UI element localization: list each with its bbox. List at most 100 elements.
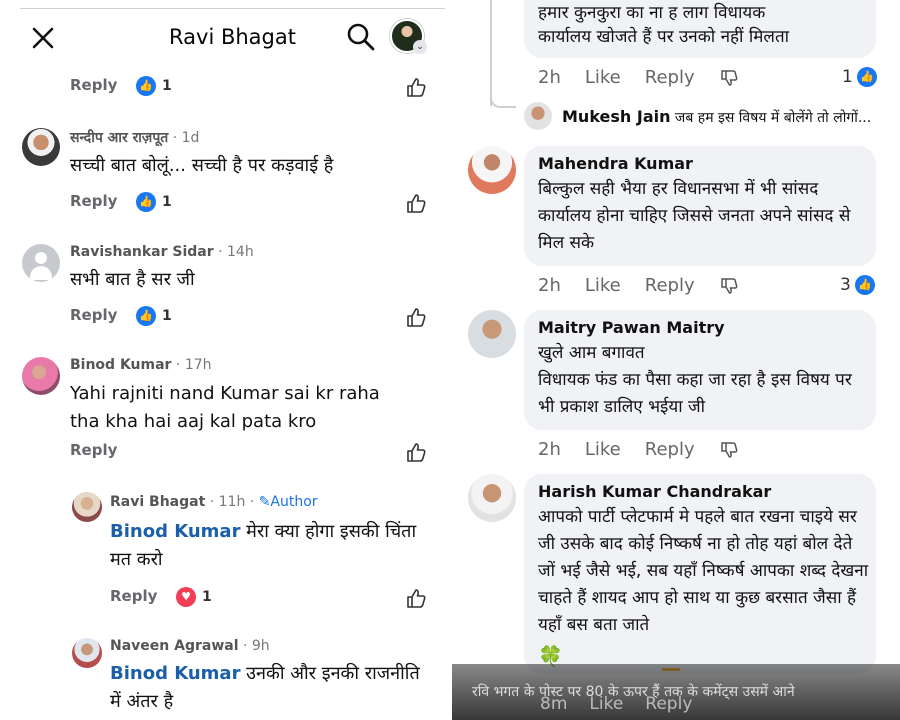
reaction-count-value: 1	[162, 194, 172, 210]
reply-button[interactable]: Reply	[70, 441, 117, 459]
like-reaction-icon: 👍	[136, 306, 156, 326]
reply-button[interactable]: Reply	[645, 694, 692, 714]
dislike-icon[interactable]	[719, 68, 739, 88]
author-name[interactable]: Harish Kumar Chandrakar	[538, 482, 771, 501]
comment-text: खुले आम बगावत विधायक फंड का पैसा कहा जा …	[538, 343, 852, 417]
mention-link[interactable]: Binod Kumar	[110, 663, 240, 684]
like-outline-icon[interactable]	[405, 76, 427, 98]
reply-button[interactable]: Reply	[110, 587, 157, 605]
comment-time: · 14h	[218, 244, 254, 260]
comment-bubble: हमार कुनकुरा का ना ह लाग विधायक कार्यालय…	[524, 0, 876, 58]
avatar[interactable]	[468, 310, 516, 358]
comment-time: · 17h	[175, 357, 212, 373]
like-button[interactable]: Like	[585, 275, 621, 296]
comment-time: · 9h	[242, 638, 270, 654]
like-reaction-icon: 👍	[856, 67, 877, 87]
heart-reaction-icon: ♥	[176, 587, 196, 607]
reply-button[interactable]: Reply	[70, 192, 117, 210]
right-screenshot-pane: हमार कुनकुरा का ना ह लाग विधायक कार्यालय…	[452, 0, 900, 720]
avatar[interactable]	[22, 128, 60, 166]
like-button[interactable]: Like	[585, 439, 621, 460]
avatar[interactable]	[468, 474, 516, 522]
thread-connector	[490, 90, 516, 108]
like-button[interactable]: Like	[589, 694, 623, 714]
comment-text: बिल्कुल सही भैया हर विधानसभा में भी सांस…	[538, 179, 851, 253]
dislike-icon[interactable]	[719, 440, 739, 460]
comment-text: Yahi rajniti nand Kumar sai kr raha tha …	[70, 383, 380, 432]
comment-actions: 2h Like Reply	[538, 67, 739, 88]
comment-author: सन्दीप आर राज़पूत · 1d	[70, 128, 199, 147]
reaction-count: 👍 1	[136, 306, 172, 326]
avatar[interactable]	[22, 357, 60, 395]
profile-avatar[interactable]: ⌄	[390, 19, 427, 54]
avatar[interactable]	[524, 102, 552, 130]
reply-button[interactable]: Reply	[645, 67, 695, 88]
reply-button[interactable]: Reply	[70, 306, 117, 324]
page-title: Ravi Bhagat	[169, 25, 296, 49]
reply-button[interactable]: Reply	[645, 275, 695, 296]
comment-text: सभी बात है सर जी	[70, 269, 195, 290]
comment-time: 2h	[538, 67, 561, 88]
left-screenshot-pane: Ravi Bhagat ⌄ Reply 👍 1 सन्दीप आर राज़पू…	[0, 0, 448, 720]
comment-text: Binod Kumar उनकी और इनकी राजनीति में अंत…	[110, 660, 436, 716]
comment-author: Binod Kumar · 17h	[70, 357, 212, 373]
reaction-count: 👍 1	[136, 76, 172, 96]
avatar[interactable]	[468, 146, 516, 194]
chevron-down-icon: ⌄	[413, 40, 427, 54]
top-bar: Ravi Bhagat ⌄	[20, 8, 445, 64]
reply-button[interactable]: Reply	[70, 76, 117, 94]
comment-author: Naveen Agrawal · 9h	[110, 638, 270, 654]
comment-text: सच्ची बात बोलूं... सच्ची है पर कड़वाई है	[70, 155, 334, 176]
reaction-count: 3 👍	[840, 275, 875, 295]
author-name[interactable]: Maitry Pawan Maitry	[538, 318, 725, 337]
reply-preview-text: जब हम इस विषय में बोलेंगे तो लोगों...	[670, 110, 872, 126]
like-reaction-icon: 👍	[136, 76, 156, 96]
like-outline-icon[interactable]	[405, 192, 427, 214]
like-outline-icon[interactable]	[405, 306, 427, 328]
author-name[interactable]: Mahendra Kumar	[538, 154, 693, 173]
author-badge-label: Author	[270, 494, 318, 510]
reply-preview[interactable]: Mukesh Jain जब हम इस विषय में बोलेंगे तो…	[562, 107, 871, 127]
comment-actions: 2h Like Reply	[538, 275, 739, 296]
comment-text: आपको पार्टी प्लेटफार्म मे पहले बात रखना …	[538, 507, 869, 635]
author-name[interactable]: Naveen Agrawal	[110, 638, 239, 654]
comment-time: · 1d	[172, 130, 200, 146]
like-outline-icon[interactable]	[405, 441, 427, 463]
avatar[interactable]	[22, 244, 60, 282]
comment-text: हमार कुनकुरा का ना ह लाग विधायक	[538, 3, 766, 23]
reaction-count: 👍 1	[136, 192, 172, 212]
comment-text: Binod Kumar मेरा क्या होगा इसकी चिंता मत…	[110, 518, 436, 574]
reaction-count-value: 3	[840, 275, 851, 295]
reply-button[interactable]: Reply	[645, 439, 695, 460]
comment-author: Ravi Bhagat · 11h · ✎Author	[110, 494, 318, 510]
reaction-count: ♥ 1	[176, 587, 212, 607]
like-outline-icon[interactable]	[405, 587, 427, 609]
like-reaction-icon: 👍	[136, 192, 156, 212]
reaction-count-value: 1	[202, 589, 212, 605]
reaction-count-value: 1	[162, 308, 172, 324]
comment-text: कार्यालय खोजते हैं पर उनको नहीं मिलता	[538, 27, 790, 47]
author-name[interactable]: Mukesh Jain	[562, 107, 670, 126]
comment-author: Ravishankar Sidar · 14h	[70, 244, 254, 260]
comment-actions: 2h Like Reply	[538, 439, 739, 460]
comment-time: 2h	[538, 275, 561, 296]
comment-bubble: Harish Kumar Chandrakar आपको पार्टी प्ले…	[524, 474, 876, 674]
video-caption-overlay: रवि भगत के पोस्ट पर 80 के ऊपर हैं तक के …	[452, 664, 900, 720]
author-name[interactable]: Ravishankar Sidar	[70, 244, 214, 260]
mention-link[interactable]: Binod Kumar	[110, 521, 240, 542]
comment-bubble: Mahendra Kumar बिल्कुल सही भैया हर विधान…	[524, 146, 876, 266]
author-name[interactable]: Ravi Bhagat	[110, 494, 205, 510]
like-button[interactable]: Like	[585, 67, 621, 88]
comment-time: · 11h ·	[209, 494, 255, 510]
avatar[interactable]	[72, 492, 102, 522]
avatar[interactable]	[72, 638, 102, 668]
author-name[interactable]: सन्दीप आर राज़पूत	[70, 130, 168, 146]
comment-actions: 8m Like Reply	[540, 694, 692, 714]
comment-bubble: Maitry Pawan Maitry खुले आम बगावत विधायक…	[524, 310, 876, 430]
dislike-icon[interactable]	[719, 276, 739, 296]
reaction-count-value: 1	[842, 67, 853, 87]
author-name[interactable]: Binod Kumar	[70, 357, 171, 373]
search-icon[interactable]	[345, 21, 377, 53]
reaction-count: 1 👍	[842, 67, 877, 87]
comment-time: 2h	[538, 439, 561, 460]
